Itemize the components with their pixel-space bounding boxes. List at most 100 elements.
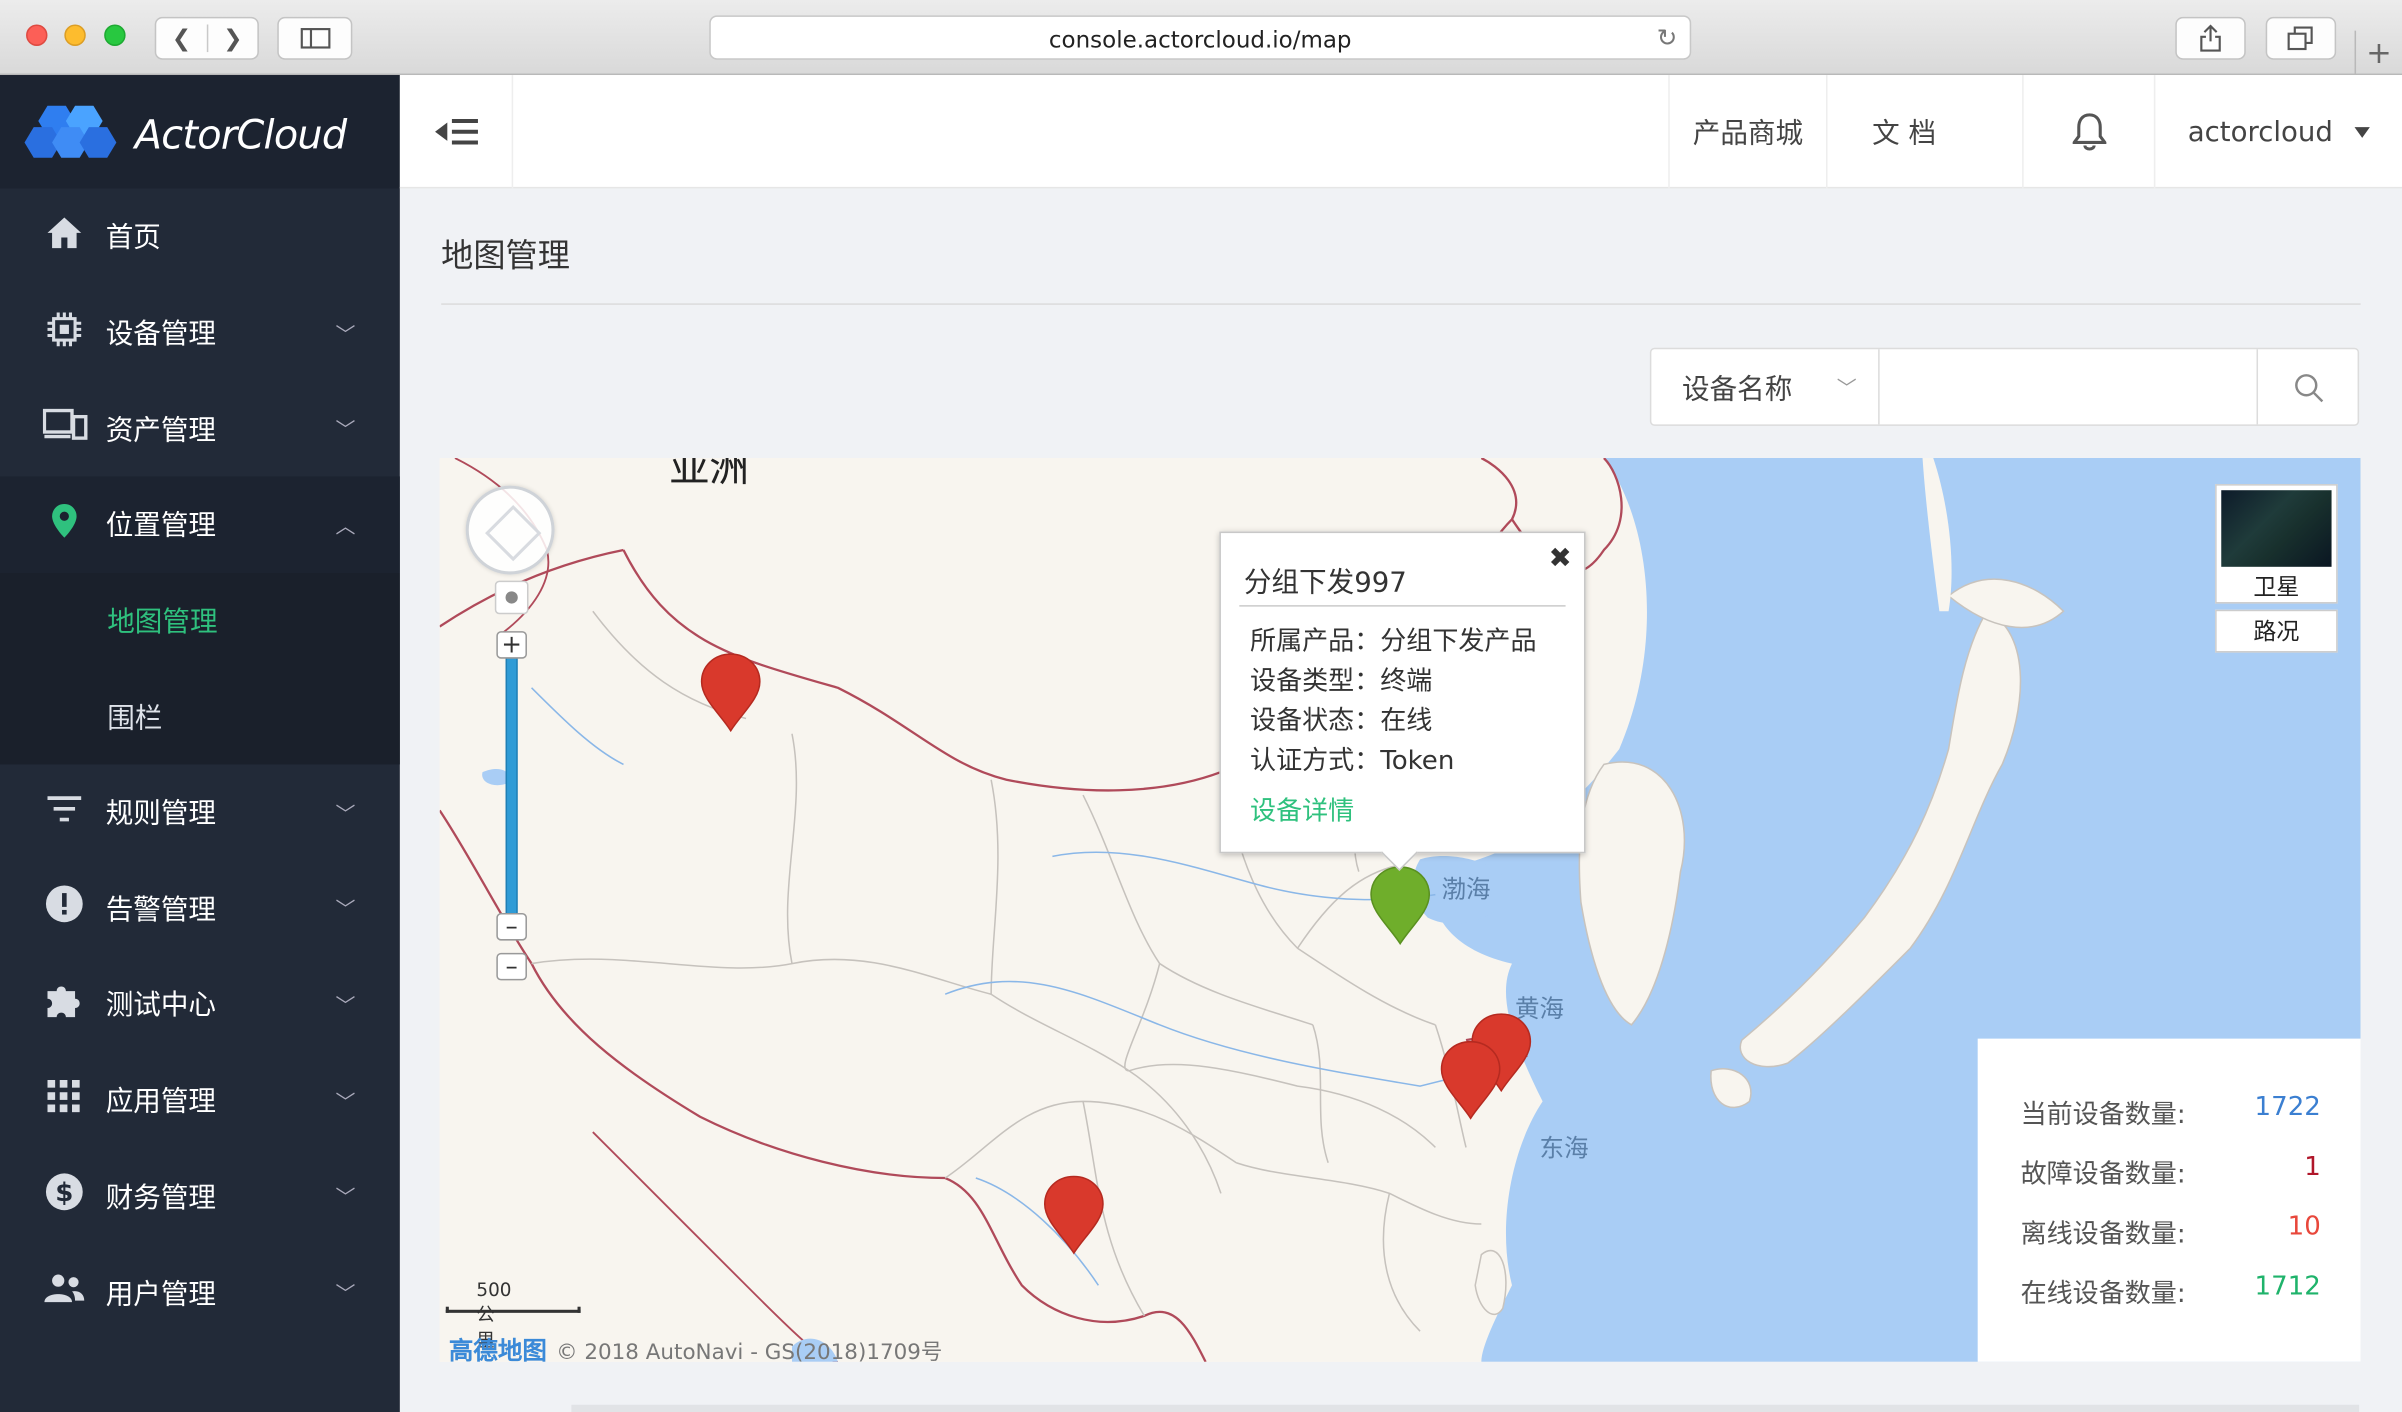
search-button[interactable] [2256, 349, 2357, 425]
sidebar-item-location[interactable]: 位置管理 ︿ [0, 476, 400, 573]
zoom-window-button[interactable] [104, 24, 126, 46]
dollar-icon: $ [43, 1172, 86, 1219]
zoom-slider[interactable] [505, 638, 518, 930]
traffic-layer-button[interactable]: 路况 [2215, 609, 2338, 653]
chevron-down-icon: ﹀ [1836, 378, 1857, 402]
search-icon [2294, 373, 2323, 402]
sidebar-item-label: 用户管理 [105, 1278, 216, 1311]
search-field-select[interactable]: 设备名称 ﹀ [1651, 349, 1880, 425]
zoom-handle[interactable]: – [496, 913, 527, 941]
back-icon[interactable]: ❮ [156, 25, 207, 53]
map-pin-offline[interactable] [1043, 1175, 1104, 1255]
sidebar-item-test[interactable]: 测试中心 ﹀ [0, 956, 400, 1052]
stat-value: 1712 [2254, 1271, 2321, 1303]
devices-icon [42, 408, 88, 449]
alert-icon [43, 884, 86, 931]
map-pin-online[interactable] [1370, 866, 1431, 946]
stat-value: 1 [2304, 1151, 2321, 1183]
east-sea-label: 东海 [1539, 1133, 1589, 1163]
sidebar: ActorCloud 首页 设备管理 ﹀ 资产管理 ﹀ 位置管理 ︿ 地图管理 … [0, 75, 400, 1412]
sidebar-item-finance[interactable]: $ 财务管理 ﹀ [0, 1148, 400, 1244]
stat-offline: 离线设备数量: 10 [2021, 1212, 2321, 1250]
svg-text:$: $ [55, 1179, 73, 1209]
share-icon[interactable] [2175, 16, 2246, 60]
device-info-popup: 分组下发997 ✖ 所属产品：分组下发产品 设备类型：终端 设备状态：在线 认证… [1219, 531, 1586, 854]
home-icon [43, 216, 86, 257]
device-details-link[interactable]: 设备详情 [1250, 789, 1354, 828]
chevron-down-icon: ﹀ [335, 995, 356, 1019]
chevron-down-icon: ﹀ [335, 899, 356, 923]
forward-icon[interactable]: ❯ [206, 24, 258, 53]
popup-row-product: 所属产品：分组下发产品 [1250, 619, 1537, 658]
device-stats-panel: 当前设备数量: 1722 故障设备数量: 1 离线设备数量: 10 在线设备数量: 17… [1977, 1038, 2361, 1362]
search-input[interactable] [1881, 349, 2259, 425]
chevron-down-icon: ﹀ [335, 803, 356, 827]
logo: ActorCloud [0, 75, 400, 189]
reload-icon[interactable]: ↻ [1657, 23, 1678, 52]
zoom-out-button[interactable]: – [496, 952, 527, 981]
sidebar-item-apps[interactable]: 应用管理 ﹀ [0, 1052, 400, 1148]
satellite-label: 卫星 [2253, 572, 2300, 601]
address-bar[interactable]: console.actorcloud.io/map ↻ [709, 15, 1692, 60]
sidebar-item-devices[interactable]: 设备管理 ﹀ [0, 284, 400, 380]
row-value: 分组下发产品 [1380, 626, 1537, 658]
stat-label: 当前设备数量: [2020, 1099, 2186, 1131]
scrollbar-edge [571, 1404, 2360, 1412]
history-nav: ❮ ❯ [154, 16, 259, 60]
pan-control[interactable] [465, 485, 555, 575]
minimize-window-button[interactable] [64, 24, 86, 46]
locate-button[interactable] [494, 580, 529, 615]
stat-fault: 故障设备数量: 1 [2021, 1152, 2321, 1190]
row-label: 认证方式： [1250, 746, 1381, 777]
user-menu[interactable]: actorcloud [2153, 75, 2402, 189]
map-view[interactable]: 亚洲 渤海 黄海 东海 + – – 卫星 路况 分组下发997 ✖ 所属产品：分… [439, 458, 2361, 1362]
sidebar-item-home[interactable]: 首页 [0, 188, 400, 284]
device-search: 设备名称 ﹀ [1649, 347, 2360, 426]
popup-row-status: 设备状态：在线 [1250, 699, 1432, 737]
grid-icon [43, 1079, 86, 1120]
stat-value: 10 [2287, 1211, 2321, 1243]
map-pin-offline[interactable] [700, 653, 761, 733]
zoom-in-button[interactable]: + [496, 631, 527, 659]
sidebar-subitem-map[interactable]: 地图管理 [0, 573, 400, 669]
docs-link[interactable]: 文 档 [1826, 75, 1981, 189]
sidebar-item-label: 告警管理 [105, 894, 216, 927]
map-pin-offline[interactable] [1440, 1040, 1501, 1120]
row-value: 终端 [1380, 666, 1433, 698]
chevron-down-icon: ﹀ [335, 420, 356, 444]
stat-label: 故障设备数量: [2020, 1159, 2186, 1191]
close-icon[interactable]: ✖ [1549, 542, 1572, 574]
product-mall-link[interactable]: 产品商城 [1668, 75, 1826, 189]
popup-row-auth: 认证方式：Token [1250, 738, 1454, 777]
chevron-down-icon: ﹀ [335, 1187, 356, 1211]
chevron-down-icon: ﹀ [335, 1283, 356, 1307]
sidebar-item-users[interactable]: 用户管理 ﹀ [0, 1244, 400, 1340]
close-window-button[interactable] [26, 24, 48, 46]
row-value: 在线 [1380, 706, 1433, 737]
satellite-layer-button[interactable]: 卫星 [2215, 484, 2338, 604]
sidebar-item-alerts[interactable]: 告警管理 ﹀ [0, 860, 400, 956]
page-title: 地图管理 [441, 237, 570, 275]
sidebar-item-assets[interactable]: 资产管理 ﹀ [0, 380, 400, 476]
sidebar-item-label: 位置管理 [105, 510, 216, 543]
chevron-up-icon: ︿ [335, 516, 356, 540]
users-icon [43, 1273, 86, 1311]
collapse-sidebar-icon[interactable] [400, 75, 514, 189]
stat-label: 离线设备数量: [2020, 1219, 2186, 1251]
sidebar-item-label: 测试中心 [105, 990, 216, 1023]
tabs-icon[interactable] [2265, 16, 2337, 60]
stat-online: 在线设备数量: 1712 [2021, 1271, 2321, 1309]
username: actorcloud [2187, 115, 2333, 148]
layer-switcher: 卫星 路况 [2215, 484, 2338, 653]
sidebar-menu: 首页 设备管理 ﹀ 资产管理 ﹀ 位置管理 ︿ 地图管理 围栏 规则管理 ﹀ 告… [0, 188, 400, 1340]
map-copyright: 高德地图 © 2018 AutoNavi - GS(2018)1709号 [449, 1330, 943, 1362]
popup-row-type: 设备类型：终端 [1250, 659, 1432, 697]
location-submenu: 地图管理 围栏 [0, 572, 400, 765]
search-field-value: 设备名称 [1682, 373, 1793, 406]
sidebar-icon[interactable] [277, 16, 353, 60]
top-header: 产品商城 文 档 actorcloud [399, 75, 2402, 189]
plus-icon[interactable]: + [2354, 30, 2402, 76]
sidebar-subitem-fence[interactable]: 围栏 [0, 668, 400, 764]
sidebar-item-rules[interactable]: 规则管理 ﹀ [0, 764, 400, 860]
bell-icon[interactable] [2022, 75, 2154, 189]
